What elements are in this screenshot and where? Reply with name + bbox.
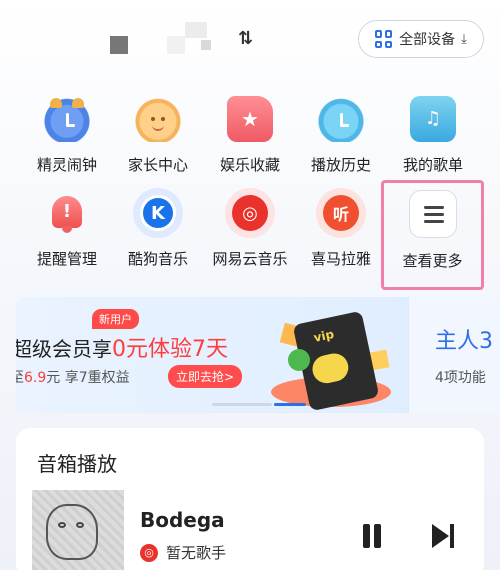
see-more-button[interactable] [409,190,457,238]
app-label: 网易云音乐 [212,250,288,268]
app-label: 家长中心 [127,156,188,174]
grid-icon [375,30,393,48]
history-clock-icon [318,96,364,142]
all-devices-button[interactable]: 全部设备 ⤓ [358,20,484,58]
carousel-indicator [212,403,312,407]
all-devices-label: 全部设备 [399,32,456,48]
app-favorites[interactable]: ★ 娱乐收藏 [205,96,295,175]
banner2-title: 主人3 [435,329,493,354]
app-reminders[interactable]: ! 提醒管理 [22,190,112,269]
download-arrow-icon: ⤓ [461,31,467,47]
speaker-player-card: 音箱播放 Bodega ◎ 暂无歌手 [16,428,484,570]
app-label: 娱乐收藏 [219,156,280,174]
app-alarm-clock[interactable]: 精灵闹钟 [22,96,112,175]
vip-subline: 至6.9元 享7重权益 [16,370,130,386]
grab-now-button[interactable]: 立即去抢> [168,365,243,388]
app-label: 提醒管理 [36,250,97,268]
device-name-pixel [185,22,207,38]
plant-character-graphic [288,349,310,371]
app-label: 精灵闹钟 [36,156,97,174]
section-title: 音箱播放 [37,452,117,476]
device-name-pixel [110,36,128,54]
app-parent-center[interactable]: 家长中心 [113,96,203,175]
top-bar: ⇅ 全部设备 ⤓ [0,0,500,80]
switch-device-icon[interactable]: ⇅ [238,28,253,49]
app-ximalaya[interactable]: 听 喜马拉雅 [296,188,386,269]
app-kugou-music[interactable]: K 酷狗音乐 [113,188,203,269]
list-icon [424,206,444,227]
app-label: 喜马拉雅 [310,250,371,268]
kugou-logo-icon: K [133,188,183,238]
artist-row: ◎ 暂无歌手 [140,542,226,563]
pause-icon[interactable] [360,524,384,548]
kid-face-icon [135,96,181,142]
ximalaya-logo-icon: 听 [316,188,366,238]
vip-promo-banner[interactable]: 新用户 超级会员享0元体验7天 至6.9元 享7重权益 立即去抢> vip [16,297,408,413]
see-more-label[interactable]: 查看更多 [381,250,484,271]
bell-icon: ! [44,190,90,236]
netease-logo-icon: ◎ [225,188,275,238]
next-banner-peek[interactable]: 主人3 4项功能 [408,297,500,413]
app-label: 播放历史 [310,156,371,174]
app-label: 酷狗音乐 [127,250,188,268]
device-name-pixel [167,36,185,54]
vip-headline: 超级会员享0元体验7天 [16,337,228,362]
app-my-playlist[interactable]: ♫ 我的歌单 [388,96,478,175]
banner2-subtitle: 4项功能 [435,370,486,386]
netease-source-icon: ◎ [140,543,158,562]
artist-name: 暂无歌手 [166,544,227,562]
app-netease-music[interactable]: ◎ 网易云音乐 [205,188,295,269]
device-name-pixel [201,40,211,50]
star-folder-icon: ★ [227,96,273,142]
alarm-clock-icon [44,96,90,142]
playlist-note-icon: ♫ [410,96,456,142]
song-title: Bodega [140,508,225,532]
app-label: 我的歌单 [402,156,463,174]
album-cover[interactable] [32,490,124,570]
next-track-icon[interactable] [432,524,456,548]
app-play-history[interactable]: 播放历史 [296,96,386,175]
new-user-tag: 新用户 [92,309,139,329]
